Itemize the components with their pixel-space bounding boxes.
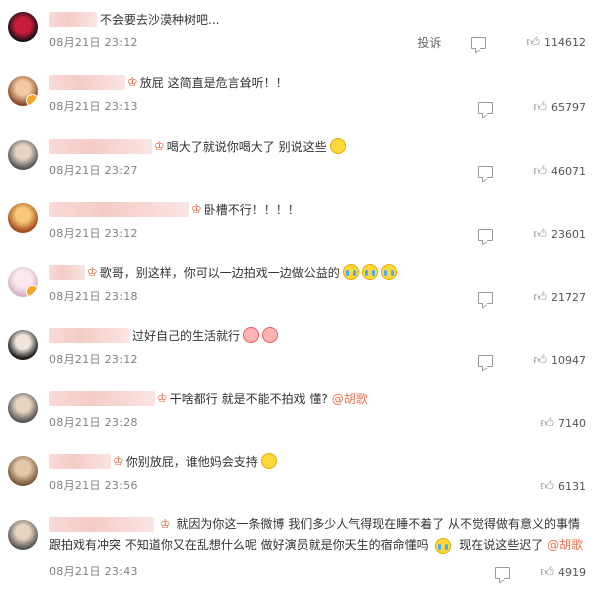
comment-text: 歌哥，别这样，你可以一边拍戏一边做公益的 <box>99 265 340 280</box>
comment-time: 08月21日 23:28 <box>49 416 138 429</box>
heart-emoji-icon <box>262 327 279 343</box>
avatar[interactable] <box>8 520 38 550</box>
mention-link[interactable]: @胡歌 <box>547 538 583 552</box>
fan-badge-icon: ♔ <box>159 517 171 531</box>
fan-badge-icon: ♔ <box>127 75 138 89</box>
username[interactable] <box>49 390 155 406</box>
avatar[interactable] <box>8 330 38 360</box>
reply-icon[interactable] <box>471 36 487 49</box>
crying-emoji-icon <box>361 264 378 280</box>
comment-time: 08月21日 23:12 <box>49 36 138 49</box>
smile-emoji-icon <box>329 138 346 154</box>
like-count: 23601 <box>551 228 586 241</box>
avatar[interactable] <box>8 76 38 106</box>
avatar[interactable] <box>8 393 38 423</box>
like-count: 65797 <box>551 101 586 114</box>
verified-badge-icon <box>26 94 38 106</box>
comment-text: 放屁 这简直是危言耸听！！ <box>139 75 288 90</box>
reply-icon[interactable] <box>495 566 511 579</box>
reply-icon[interactable] <box>478 291 494 304</box>
username[interactable] <box>49 327 129 343</box>
avatar[interactable] <box>8 203 38 233</box>
like-icon[interactable]: 👍︎ <box>540 416 554 431</box>
like-icon[interactable]: 👍︎ <box>533 164 547 179</box>
heart-emoji-icon <box>243 327 260 343</box>
mention-link[interactable]: @胡歌 <box>332 390 368 407</box>
like-icon[interactable]: 👍︎ <box>533 227 547 242</box>
username[interactable] <box>49 201 189 217</box>
like-icon[interactable]: 👍︎ <box>533 290 547 305</box>
crying-emoji-icon <box>380 264 397 280</box>
like-icon[interactable]: 👍︎ <box>540 565 554 580</box>
fan-badge-icon: ♔ <box>157 391 168 405</box>
like-count: 21727 <box>551 291 586 304</box>
comment-time: 08月21日 23:27 <box>49 164 138 177</box>
avatar[interactable] <box>8 140 38 170</box>
comment-text: 不会要去沙漠种树吧... <box>100 12 220 27</box>
username[interactable] <box>49 11 97 27</box>
like-count: 7140 <box>558 417 586 430</box>
crying-emoji-icon <box>435 537 452 554</box>
avatar[interactable] <box>8 267 38 297</box>
username[interactable] <box>49 453 111 469</box>
reply-icon[interactable] <box>478 101 494 114</box>
comment-time: 08月21日 23:12 <box>49 227 138 240</box>
comment-time: 08月21日 23:12 <box>49 353 138 366</box>
like-count: 114612 <box>544 36 586 49</box>
comment-text: 干啥都行 就是不能不拍戏 懂? <box>169 391 328 406</box>
comment-text-cont: 现在说这些迟了 <box>459 538 544 552</box>
smile-emoji-icon <box>260 453 277 469</box>
reply-icon[interactable] <box>478 165 494 178</box>
like-count: 10947 <box>551 354 586 367</box>
like-icon[interactable]: 👍︎ <box>533 100 547 115</box>
username[interactable] <box>49 517 154 532</box>
like-icon[interactable]: 👍︎ <box>526 35 540 50</box>
like-count: 46071 <box>551 165 586 178</box>
reply-icon[interactable] <box>478 354 494 367</box>
reply-icon[interactable] <box>478 228 494 241</box>
verified-badge-icon <box>26 285 38 297</box>
like-icon[interactable]: 👍︎ <box>540 479 554 494</box>
username[interactable] <box>49 264 85 280</box>
comment-text: 卧槽不行！！！！ <box>203 202 300 217</box>
comment-time: 08月21日 23:43 <box>49 565 138 578</box>
comment-text: 过好自己的生活就行 <box>132 328 241 343</box>
comment-time: 08月21日 23:18 <box>49 290 138 303</box>
comment-time: 08月21日 23:13 <box>49 100 138 113</box>
crying-emoji-icon <box>342 264 359 280</box>
fan-badge-icon: ♔ <box>191 202 202 216</box>
fan-badge-icon: ♔ <box>87 265 98 279</box>
like-icon[interactable]: 👍︎ <box>533 353 547 368</box>
like-count: 4919 <box>558 566 586 579</box>
like-count: 6131 <box>558 480 586 493</box>
avatar[interactable] <box>8 12 38 42</box>
comment-time: 08月21日 23:56 <box>49 479 138 492</box>
username[interactable] <box>49 74 125 90</box>
report-button[interactable]: 投诉 <box>417 34 441 51</box>
comment-text: 喝大了就说你喝大了 别说这些 <box>166 139 327 154</box>
fan-badge-icon: ♔ <box>154 139 165 153</box>
fan-badge-icon: ♔ <box>113 454 124 468</box>
comment-text: 你别放屁，谁他妈会支持 <box>125 454 258 469</box>
avatar[interactable] <box>8 456 38 486</box>
username[interactable] <box>49 138 152 154</box>
